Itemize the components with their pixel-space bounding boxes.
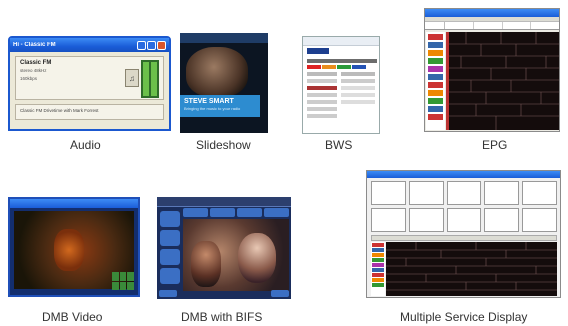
slideshow-subtitle: Bringing the music to your radio [184,106,241,111]
slideshow-image: STEVE SMART Bringing the music to your r… [180,33,268,133]
caption-audio: Audio [70,138,101,152]
epg-grid[interactable] [446,32,560,130]
maximize-icon[interactable] [147,40,156,50]
caption-epg: EPG [482,138,508,152]
dmb-video-titlebar[interactable] [10,199,138,208]
bws-header [303,37,379,46]
slideshow-header-bar [180,33,268,43]
msd-channel-list[interactable] [371,242,385,296]
audio-window-titlebar[interactable]: Hi - Classic FM [10,38,169,52]
msd-epg-grid[interactable] [386,242,557,296]
msd-titlebar[interactable] [367,171,560,178]
multiple-service-window [366,170,561,298]
bifs-video-frame [183,219,289,291]
slideshow-name: STEVE SMART [184,98,234,105]
level-meter [141,60,159,98]
bifs-titlebar[interactable] [157,197,291,207]
epg-channel-list[interactable] [426,32,445,130]
msd-epg-header [371,235,557,241]
epg-titlebar[interactable] [425,9,559,17]
bifs-tab-strip[interactable] [183,208,289,217]
caption-slideshow: Slideshow [196,138,251,152]
caption-dmb-bifs: DMB with BIFS [181,310,263,324]
slideshow-portrait [186,47,248,97]
msd-service-row-1[interactable] [371,181,557,205]
bifs-left-button[interactable] [159,290,177,297]
bws-logo [307,48,329,54]
station-panel: Classic FM stereo 48kHz 160kbps ♫ [15,56,164,100]
slideshow-banner: STEVE SMART Bringing the music to your r… [180,95,260,117]
bifs-right-button[interactable] [271,290,289,297]
bws-webpage [302,36,380,134]
station-name: Classic FM [20,60,52,66]
epg-window [424,8,560,132]
dmb-video-window [8,197,140,297]
audio-player-window: Hi - Classic FM Classic FM stereo 48kHz … [8,36,171,131]
msd-service-row-2[interactable] [371,208,557,232]
dls-text: Classic FM Drivetime with Mark Forrest [15,104,164,120]
dmb-bifs-window [157,197,291,299]
epg-timeline-header [425,22,559,30]
bifs-side-buttons[interactable] [160,211,180,297]
minimize-icon[interactable] [137,40,146,50]
caption-msd: Multiple Service Display [400,310,528,324]
caption-bws: BWS [325,138,353,152]
close-icon[interactable] [157,40,166,50]
speaker-icon[interactable]: ♫ [125,69,139,87]
video-controls[interactable] [112,272,134,290]
audio-window-title: Hi - Classic FM [13,42,56,48]
caption-dmb-video: DMB Video [42,310,103,324]
